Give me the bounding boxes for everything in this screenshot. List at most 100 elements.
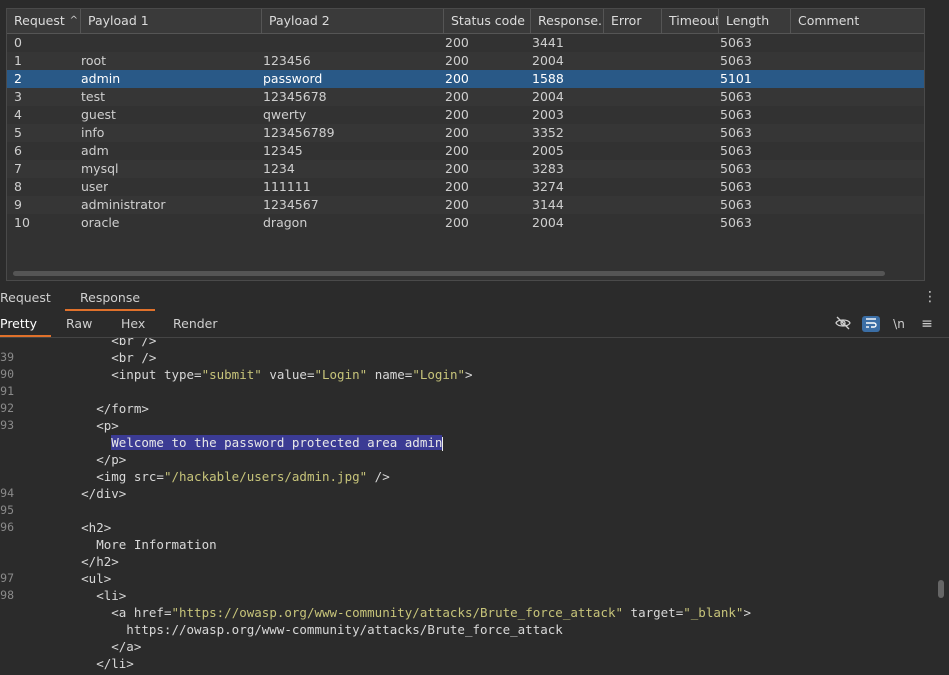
sort-ascending-icon: ^ bbox=[69, 15, 78, 26]
horizontal-scrollbar[interactable] bbox=[13, 271, 885, 276]
table-row[interactable]: 2 admin password 200 1588 5101 bbox=[7, 70, 924, 88]
column-header-comment[interactable]: Comment bbox=[791, 9, 924, 33]
table-row[interactable]: 8 user 111111 200 3274 5063 bbox=[7, 178, 924, 196]
response-editor[interactable]: <br /> 39 <br /> 90 <input type="submit" v… bbox=[0, 338, 936, 675]
cell-response: 2004 bbox=[532, 53, 564, 68]
table-row[interactable]: 1 root 123456 200 2004 5063 bbox=[7, 52, 924, 70]
code-token: href= bbox=[133, 605, 172, 620]
more-options-icon[interactable]: ⋮ bbox=[923, 289, 937, 305]
code-token: <input bbox=[36, 367, 164, 382]
view-tabs: Pretty Raw Hex Render \n ≡ bbox=[0, 313, 949, 338]
cell-length: 5063 bbox=[720, 125, 752, 140]
code-text: <p> bbox=[36, 417, 119, 434]
cell-response: 2004 bbox=[532, 89, 564, 104]
column-header-payload1[interactable]: Payload 1 bbox=[81, 9, 262, 33]
cell-payload2: 1234 bbox=[263, 161, 295, 176]
column-header-error[interactable]: Error bbox=[604, 9, 662, 33]
table-header: Request ^ Payload 1 Payload 2 Status code… bbox=[7, 9, 924, 34]
code-text: <img src="/hackable/users/admin.jpg" /> bbox=[36, 468, 390, 485]
code-token: </h2> bbox=[36, 554, 119, 569]
code-text: <br /> bbox=[36, 349, 156, 366]
cell-response: 3274 bbox=[532, 179, 564, 194]
tab-raw[interactable]: Raw bbox=[66, 313, 92, 335]
tab-response[interactable]: Response bbox=[65, 287, 156, 311]
code-token: type= bbox=[163, 367, 202, 382]
table-row[interactable]: 7 mysql 1234 200 3283 5063 bbox=[7, 160, 924, 178]
cell-payload2: dragon bbox=[263, 215, 308, 230]
code-token: target= bbox=[623, 605, 684, 620]
cell-length: 5063 bbox=[720, 35, 752, 50]
code-token: "https://owasp.org/www-community/attacks… bbox=[171, 605, 624, 620]
code-line: <a href="https://owasp.org/www-community… bbox=[0, 604, 930, 621]
tab-request[interactable]: Request bbox=[0, 287, 51, 309]
cell-response: 3144 bbox=[532, 197, 564, 212]
code-token: https://owasp.org/www-community/attacks/… bbox=[36, 622, 563, 637]
cell-payload1: root bbox=[81, 53, 107, 68]
code-token: </li> bbox=[36, 656, 134, 671]
table-row[interactable]: 4 guest qwerty 200 2003 5063 bbox=[7, 106, 924, 124]
column-header-payload2[interactable]: Payload 2 bbox=[262, 9, 444, 33]
table-row[interactable]: 10 oracle dragon 200 2004 5063 bbox=[7, 214, 924, 232]
eye-off-icon[interactable] bbox=[834, 316, 852, 332]
code-token: <h2> bbox=[36, 520, 112, 535]
results-table: Request ^ Payload 1 Payload 2 Status code… bbox=[6, 8, 925, 281]
cell-request: 0 bbox=[14, 35, 22, 50]
menu-icon[interactable]: ≡ bbox=[918, 316, 936, 332]
code-text: <a href="https://owasp.org/www-community… bbox=[36, 604, 751, 621]
code-token: "/hackable/users/admin.jpg" bbox=[163, 469, 368, 484]
cell-payload1: admin bbox=[81, 71, 121, 86]
cell-status: 200 bbox=[445, 215, 469, 230]
table-row[interactable]: 0 200 3441 5063 bbox=[7, 34, 924, 52]
cell-response: 2003 bbox=[532, 107, 564, 122]
code-token: name= bbox=[367, 367, 413, 382]
code-line: 92 </form> bbox=[0, 400, 930, 417]
line-number: 39 bbox=[0, 350, 14, 364]
tab-pretty[interactable]: Pretty bbox=[0, 313, 52, 337]
side-gutter bbox=[926, 0, 949, 283]
vertical-scrollbar[interactable] bbox=[938, 580, 944, 598]
table-row[interactable]: 6 adm 12345 200 2005 5063 bbox=[7, 142, 924, 160]
code-text: <h2> bbox=[36, 519, 111, 536]
code-token: <br /> bbox=[36, 350, 157, 365]
column-header-length[interactable]: Length bbox=[719, 9, 791, 33]
cell-payload2: 12345 bbox=[263, 143, 303, 158]
code-token: "_blank" bbox=[683, 605, 744, 620]
code-text: <input type="submit" value="Login" name=… bbox=[36, 366, 473, 383]
tab-render[interactable]: Render bbox=[173, 313, 218, 335]
cell-request: 10 bbox=[14, 215, 30, 230]
cell-response: 2005 bbox=[532, 143, 564, 158]
code-line: </li> bbox=[0, 655, 930, 672]
code-line: 96 <h2> bbox=[0, 519, 930, 536]
cell-request: 6 bbox=[14, 143, 22, 158]
code-line: <br /> bbox=[0, 338, 930, 349]
wrap-icon[interactable] bbox=[862, 316, 880, 332]
column-header-timeout[interactable]: Timeout bbox=[662, 9, 719, 33]
cell-status: 200 bbox=[445, 107, 469, 122]
column-header-status-code[interactable]: Status code bbox=[444, 9, 531, 33]
code-text: </h2> bbox=[36, 553, 119, 570]
code-line: 97 <ul> bbox=[0, 570, 930, 587]
code-token: <p> bbox=[36, 418, 119, 433]
cell-length: 5063 bbox=[720, 197, 752, 212]
cell-status: 200 bbox=[445, 197, 469, 212]
cell-length: 5063 bbox=[720, 53, 752, 68]
column-header-request[interactable]: Request ^ bbox=[7, 9, 81, 33]
tab-hex[interactable]: Hex bbox=[121, 313, 145, 335]
cell-payload2: 1234567 bbox=[263, 197, 319, 212]
table-row[interactable]: 9 administrator 1234567 200 3144 5063 bbox=[7, 196, 924, 214]
table-row[interactable]: 3 test 12345678 200 2004 5063 bbox=[7, 88, 924, 106]
newline-toggle[interactable]: \n bbox=[890, 316, 908, 332]
column-header-response[interactable]: Response... bbox=[531, 9, 604, 33]
code-text: <br /> bbox=[36, 338, 156, 349]
code-token: "Login" bbox=[314, 367, 368, 382]
cell-payload2: 12345678 bbox=[263, 89, 327, 104]
table-row[interactable]: 5 info 123456789 200 3352 5063 bbox=[7, 124, 924, 142]
code-line: </h2> bbox=[0, 553, 930, 570]
code-token: > bbox=[465, 367, 473, 382]
code-token: </p> bbox=[36, 452, 127, 467]
cell-payload2: password bbox=[263, 71, 323, 86]
code-token: <ul> bbox=[36, 571, 112, 586]
cell-payload2: 123456 bbox=[263, 53, 311, 68]
line-number: 95 bbox=[0, 503, 14, 517]
code-text: </div> bbox=[36, 485, 126, 502]
